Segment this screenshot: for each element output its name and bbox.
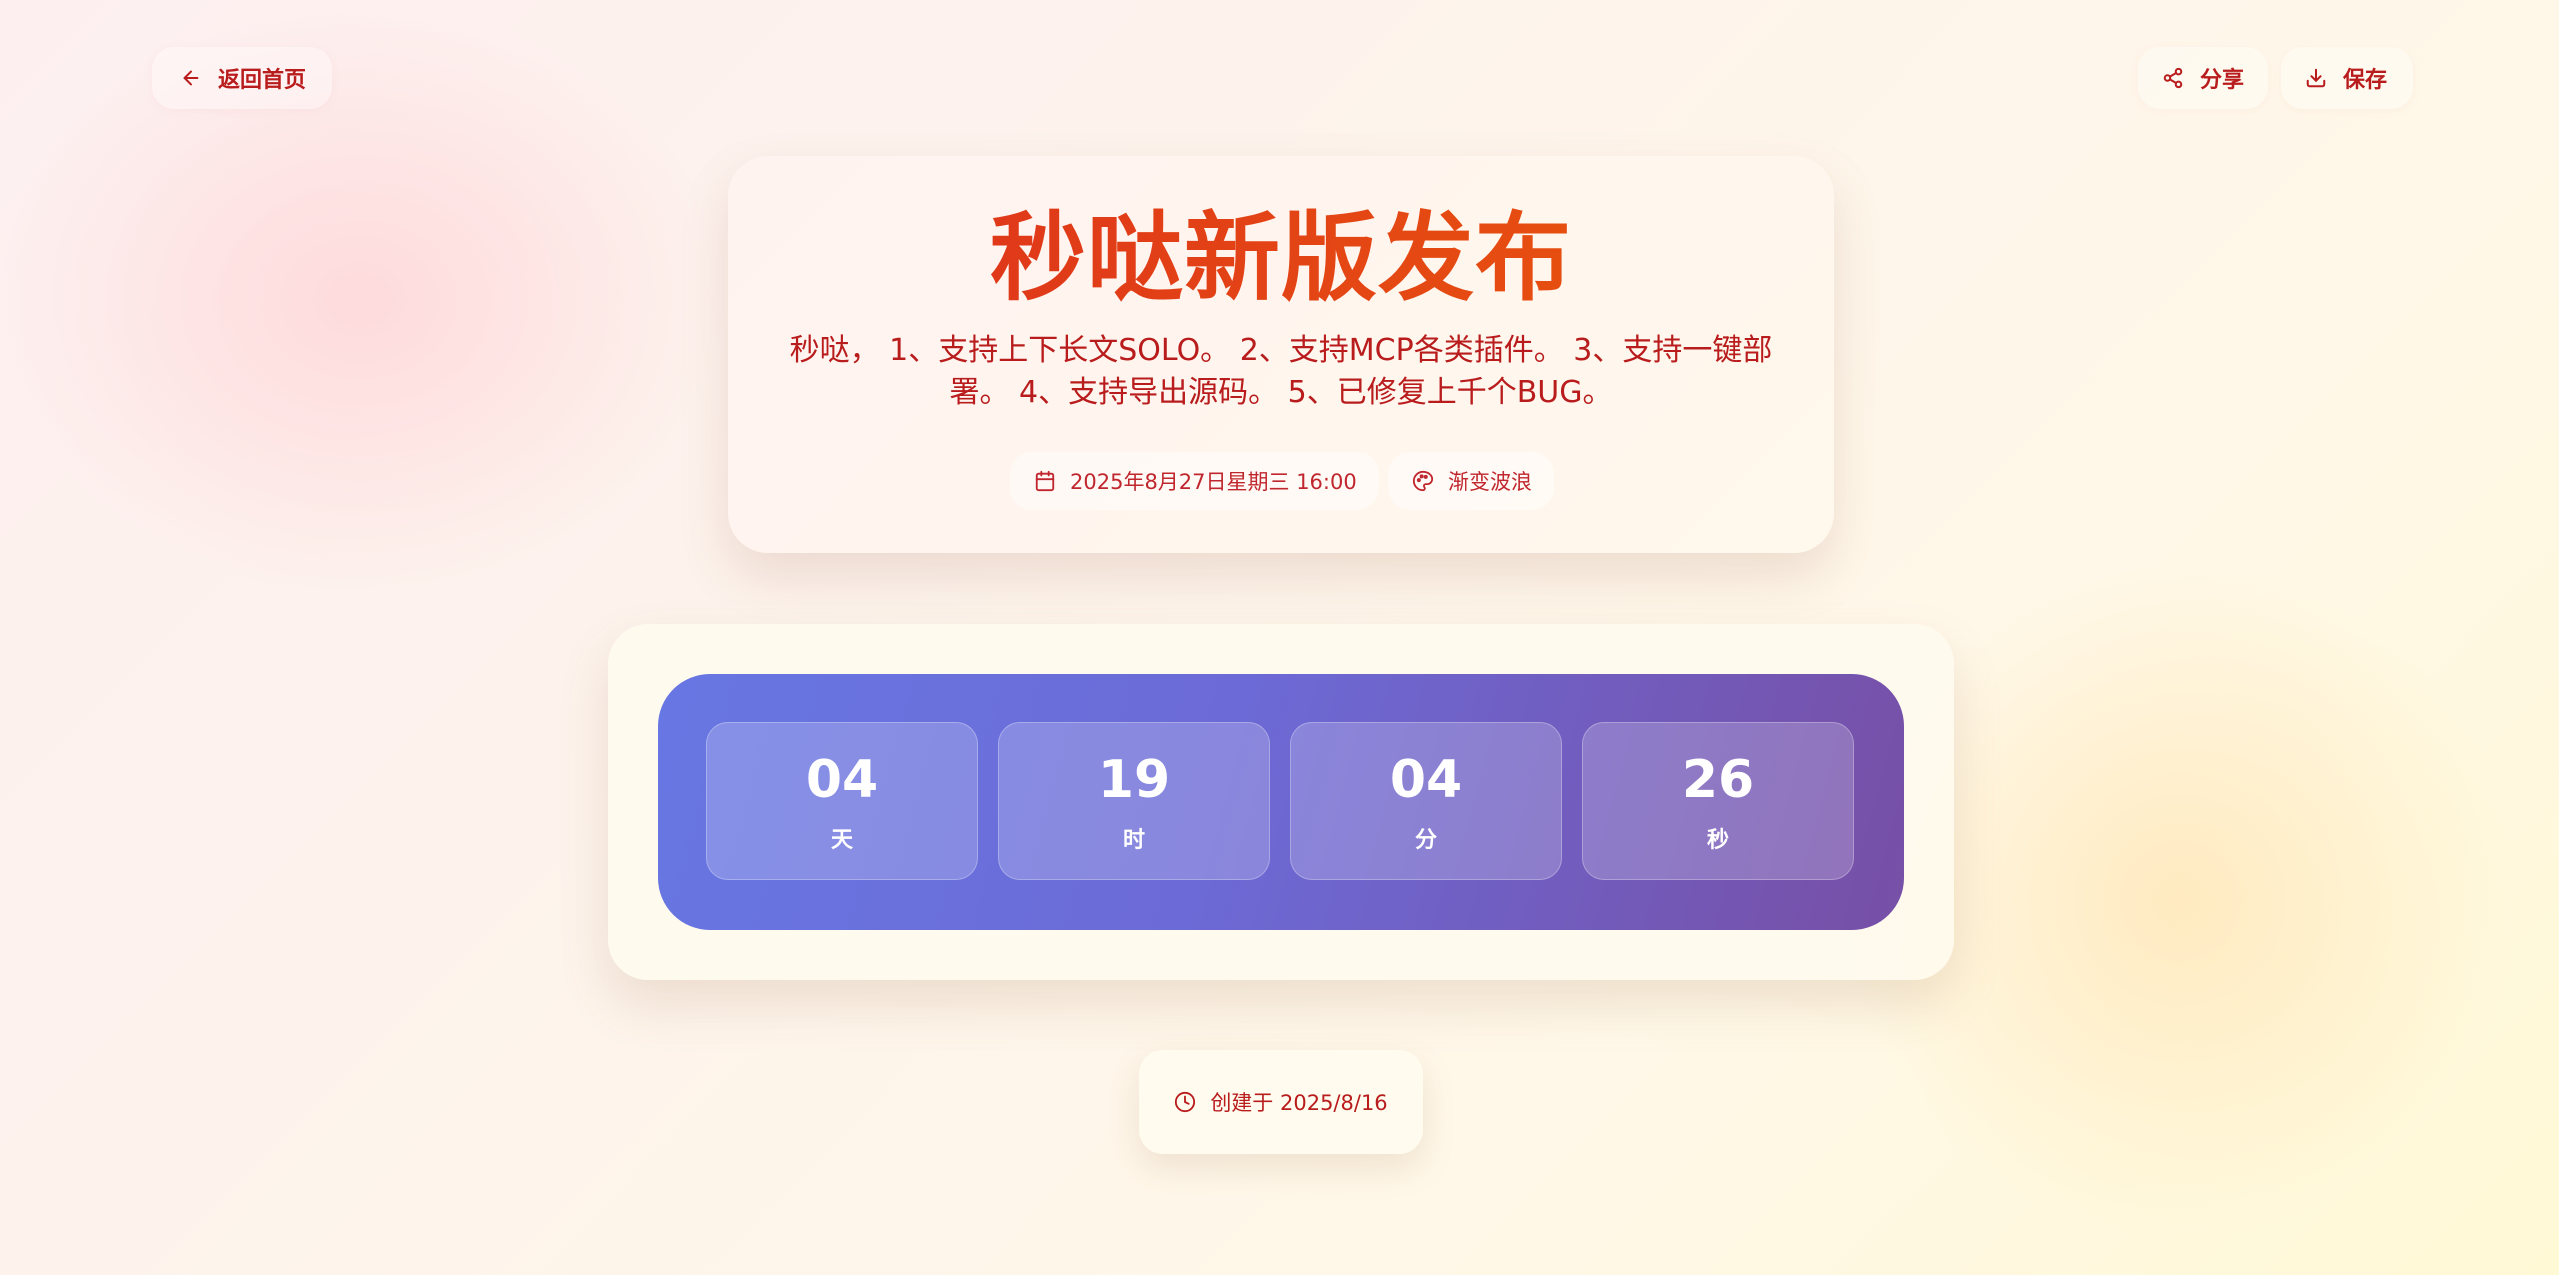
back-home-button[interactable]: 返回首页 [152,47,333,109]
event-header-card: 秒哒新版发布 秒哒， 1、支持上下长文SOLO。 2、支持MCP各类插件。 3、… [728,156,1834,553]
back-home-label: 返回首页 [218,68,307,93]
theme-text: 渐变波浪 [1448,470,1532,494]
countdown-panel: 04 天 19 时 04 分 26 秒 [608,624,1954,980]
event-description: 秒哒， 1、支持上下长文SOLO。 2、支持MCP各类插件。 3、支持一键部署。… [789,333,1773,410]
countdown-hours: 19 时 [998,722,1270,880]
countdown-minutes: 04 分 [1290,722,1562,880]
arrow-left-icon [180,67,202,89]
countdown-days-value: 04 [805,750,879,810]
event-date-chip: 2025年8月27日星期三 16:00 [1010,452,1379,510]
event-title: 秒哒新版发布 [728,198,1834,318]
save-button[interactable]: 保存 [2281,47,2414,109]
share-icon [2162,67,2184,89]
countdown-days-label: 天 [830,828,853,853]
event-date-text: 2025年8月27日星期三 16:00 [1070,470,1357,494]
countdown-seconds: 26 秒 [1582,722,1854,880]
share-button[interactable]: 分享 [2138,47,2269,109]
theme-chip: 渐变波浪 [1388,452,1554,510]
countdown-minutes-label: 分 [1414,828,1437,853]
share-label: 分享 [2200,68,2245,93]
countdown-gradient-box: 04 天 19 时 04 分 26 秒 [658,674,1904,930]
created-date-card: 创建于 2025/8/16 [1139,1050,1423,1154]
countdown-hours-label: 时 [1122,828,1145,853]
palette-icon [1412,470,1434,492]
countdown-hours-value: 19 [1097,750,1171,810]
countdown-minutes-value: 04 [1389,750,1463,810]
created-date-text: 创建于 2025/8/16 [1210,1091,1388,1115]
clock-icon [1174,1091,1196,1113]
download-icon [2305,67,2327,89]
save-label: 保存 [2343,68,2388,93]
calendar-icon [1034,470,1056,492]
countdown-seconds-value: 26 [1681,750,1755,810]
countdown-days: 04 天 [706,722,978,880]
countdown-seconds-label: 秒 [1706,828,1729,853]
